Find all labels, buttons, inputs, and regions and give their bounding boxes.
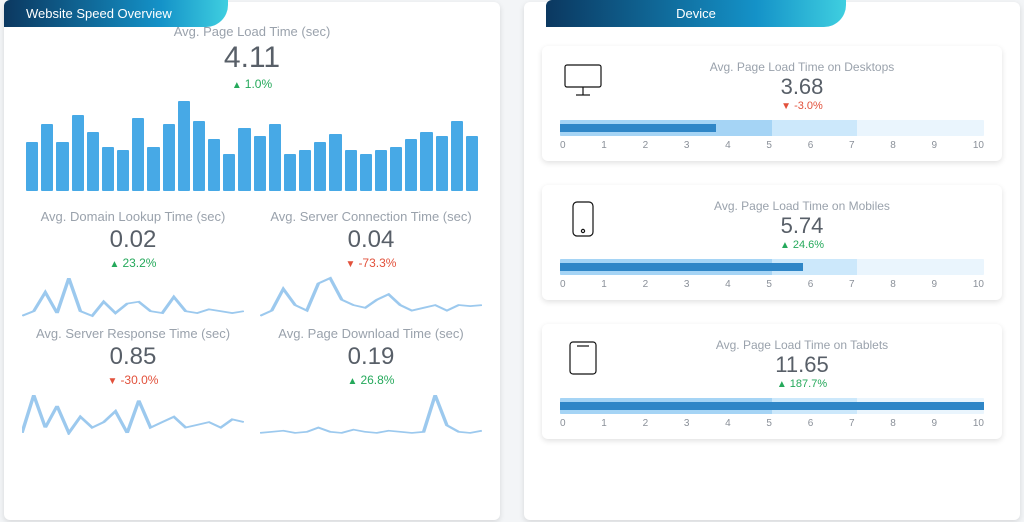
metric-value: 0.19 xyxy=(260,343,482,371)
bullet-chart xyxy=(560,398,984,414)
tab-website-speed[interactable]: Website Speed Overview xyxy=(4,0,228,27)
tablet-icon xyxy=(560,338,606,378)
bar-segment xyxy=(254,136,266,191)
bar-segment xyxy=(72,115,84,191)
sparkline xyxy=(260,393,482,435)
device-card-mobile: Avg. Page Load Time on Mobiles5.74▲24.6%… xyxy=(542,185,1002,300)
tab-device[interactable]: Device xyxy=(546,0,846,27)
metric-change: ▲1.0% xyxy=(22,77,482,91)
bar-segment xyxy=(299,150,311,191)
trend-down-icon: ▼ xyxy=(108,376,118,387)
metric-change: ▼-30.0% xyxy=(22,373,244,387)
device-label: Avg. Page Load Time on Mobiles xyxy=(620,199,984,213)
metric-label: Avg. Page Download Time (sec) xyxy=(260,326,482,341)
device-change: ▲187.7% xyxy=(620,378,984,390)
trend-up-icon: ▲ xyxy=(780,240,790,251)
metric-card: Avg. Server Connection Time (sec) 0.04 ▼-7… xyxy=(260,205,482,318)
bar-segment xyxy=(102,147,114,191)
device-value: 11.65 xyxy=(620,352,984,378)
bar-segment xyxy=(466,136,478,191)
metric-change: ▲26.8% xyxy=(260,373,482,387)
bar-segment xyxy=(345,150,357,191)
trend-up-icon: ▲ xyxy=(110,259,120,270)
metric-value: 4.11 xyxy=(22,41,482,75)
bar-segment xyxy=(390,147,402,191)
device-label: Avg. Page Load Time on Tablets xyxy=(620,338,984,352)
metric-card: Avg. Page Download Time (sec) 0.19 ▲26.8% xyxy=(260,322,482,435)
bar-segment xyxy=(420,132,432,191)
metric-label: Avg. Domain Lookup Time (sec) xyxy=(22,209,244,224)
metric-page-load: Avg. Page Load Time (sec) 4.11 ▲1.0% xyxy=(22,20,482,91)
bar-segment xyxy=(41,124,53,191)
bar-segment xyxy=(223,154,235,191)
device-label: Avg. Page Load Time on Desktops xyxy=(620,60,984,74)
bar-segment xyxy=(405,139,417,191)
metric-card: Avg. Server Response Time (sec) 0.85 ▼-30.… xyxy=(22,322,244,435)
metric-change: ▼-73.3% xyxy=(260,256,482,270)
bar-segment xyxy=(132,118,144,191)
metric-card: Avg. Domain Lookup Time (sec) 0.02 ▲23.2% xyxy=(22,205,244,318)
bar-segment xyxy=(208,139,220,191)
device-card-desktop: Avg. Page Load Time on Desktops3.68▼-3.0… xyxy=(542,46,1002,161)
bar-segment xyxy=(26,142,38,191)
bullet-axis: 012345678910 xyxy=(560,140,984,151)
trend-down-icon: ▼ xyxy=(781,101,791,112)
bar-segment xyxy=(360,154,372,191)
device-change: ▼-3.0% xyxy=(620,100,984,112)
metric-value: 0.85 xyxy=(22,343,244,371)
metric-value: 0.04 xyxy=(260,226,482,254)
bar-segment xyxy=(314,142,326,191)
bar-segment xyxy=(451,121,463,191)
bar-segment xyxy=(375,150,387,191)
bar-segment xyxy=(56,142,68,191)
desktop-icon xyxy=(560,60,606,100)
bar-segment xyxy=(238,128,250,191)
bar-segment xyxy=(87,132,99,191)
panel-device: Device Avg. Page Load Time on Desktops3.… xyxy=(524,2,1020,520)
trend-down-icon: ▼ xyxy=(346,259,356,270)
trend-up-icon: ▲ xyxy=(348,376,358,387)
mobile-icon xyxy=(560,199,606,239)
bullet-axis: 012345678910 xyxy=(560,279,984,290)
metric-label: Avg. Server Response Time (sec) xyxy=(22,326,244,341)
sparkline xyxy=(260,276,482,318)
metric-change: ▲23.2% xyxy=(22,256,244,270)
bar-segment xyxy=(436,136,448,191)
bullet-chart xyxy=(560,120,984,136)
bar-segment xyxy=(147,147,159,191)
bar-segment xyxy=(163,124,175,191)
device-value: 3.68 xyxy=(620,74,984,100)
trend-up-icon: ▲ xyxy=(232,80,242,91)
bar-segment xyxy=(193,121,205,191)
sparkline xyxy=(22,393,244,435)
bar-segment xyxy=(269,124,281,191)
bullet-chart xyxy=(560,259,984,275)
device-card-tablet: Avg. Page Load Time on Tablets11.65▲187.… xyxy=(542,324,1002,439)
metric-label: Avg. Server Connection Time (sec) xyxy=(260,209,482,224)
panel-website-speed: Website Speed Overview Avg. Page Load Ti… xyxy=(4,2,500,520)
bar-segment xyxy=(178,101,190,191)
bullet-axis: 012345678910 xyxy=(560,418,984,429)
chart-page-load-bars xyxy=(26,101,478,191)
bar-segment xyxy=(329,134,341,191)
bar-segment xyxy=(284,154,296,191)
device-value: 5.74 xyxy=(620,213,984,239)
trend-up-icon: ▲ xyxy=(777,379,787,390)
sparkline xyxy=(22,276,244,318)
bar-segment xyxy=(117,150,129,191)
metric-value: 0.02 xyxy=(22,226,244,254)
device-change: ▲24.6% xyxy=(620,239,984,251)
